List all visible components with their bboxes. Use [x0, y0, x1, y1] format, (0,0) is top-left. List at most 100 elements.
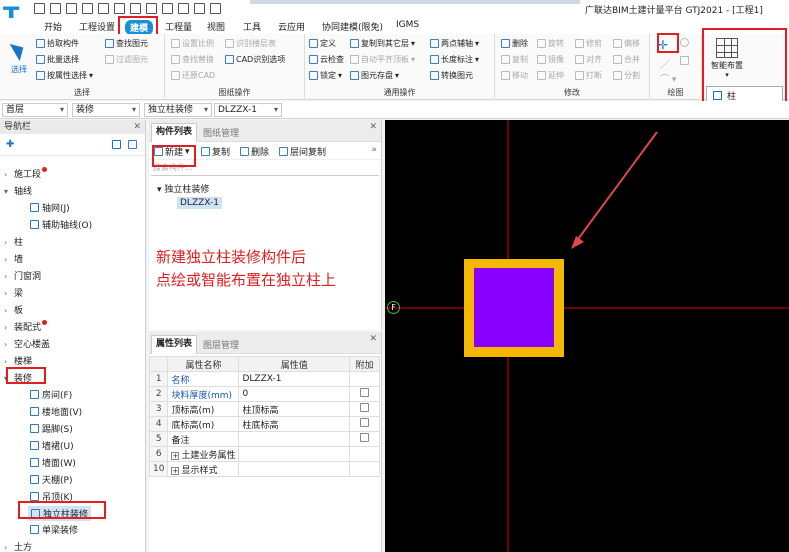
merge-button[interactable]: 合并 [613, 54, 640, 65]
expand-icon[interactable]: + [171, 451, 180, 460]
table-row[interactable]: 5 备注 [148, 431, 380, 447]
tab-start[interactable]: 开始 [44, 20, 62, 33]
rect-draw-button[interactable] [680, 56, 689, 65]
length-label-button[interactable]: 长度标注 ▾ [430, 54, 479, 65]
line-draw-button[interactable]: ／ [660, 56, 670, 71]
component-search-input[interactable]: 搜索构件... [151, 162, 379, 176]
row-value[interactable] [238, 431, 350, 447]
tab-view[interactable]: 视图 [207, 20, 225, 33]
auto-flatten-button[interactable]: 自动平齐顶板 ▾ [350, 54, 415, 65]
nav-sub-dado[interactable]: 墙裙(U) [30, 439, 74, 452]
offset-button[interactable]: 偏移 [613, 38, 640, 49]
type-select[interactable]: 独立柱装修 [144, 103, 212, 117]
nav-sub-wall-finish[interactable]: 墙面(W) [30, 456, 76, 469]
row-value[interactable]: 柱底标高 [238, 416, 350, 432]
tab-drawing-management[interactable]: 图纸管理 [199, 126, 243, 139]
add-icon[interactable]: ✚ [6, 139, 14, 150]
row-value[interactable]: 柱顶标高 [238, 401, 350, 417]
view-icon[interactable] [194, 3, 205, 14]
row-value[interactable]: DLZZX-1 [238, 371, 350, 387]
trim-button[interactable]: 修剪 [575, 38, 602, 49]
nav-item-hollow-floor[interactable]: › 空心楼盖 [4, 337, 50, 350]
layout-icon[interactable] [178, 3, 189, 14]
restore-cad-button[interactable]: 还原CAD [171, 70, 215, 81]
rotate-button[interactable]: 旋转 [537, 38, 564, 49]
tab-collab[interactable]: 协同建模(限免) [322, 20, 383, 33]
tab-cloud[interactable]: 云应用 [278, 20, 305, 33]
close-icon[interactable]: ✕ [369, 334, 377, 344]
tab-modeling[interactable]: 建模 [125, 20, 154, 35]
extra-checkbox[interactable] [360, 403, 369, 412]
nav-item-earthwork[interactable]: › 土方 [4, 540, 32, 552]
two-point-axis-button[interactable]: 两点辅轴 ▾ [430, 38, 479, 49]
nav-item-construction-stage[interactable]: › 施工段 [4, 167, 48, 180]
home-icon[interactable] [34, 3, 45, 14]
tab-igms[interactable]: IGMS [396, 20, 419, 30]
mirror-button[interactable]: 镜像 [537, 54, 564, 65]
point-draw-button[interactable]: ✛ [658, 38, 668, 52]
nav-sub-floor-finish[interactable]: 楼地面(V) [30, 405, 82, 418]
drawing-canvas[interactable]: F [385, 120, 789, 552]
cloud-check-button[interactable]: 云检查 [309, 54, 344, 65]
print-icon[interactable] [146, 3, 157, 14]
nav-item-slab[interactable]: › 板 [4, 303, 23, 316]
column-inner[interactable] [474, 268, 554, 347]
tab-component-list[interactable]: 构件列表 [151, 123, 198, 142]
table-row[interactable]: 4 底标高(m) 柱底标高 [148, 416, 380, 432]
pick-component-button[interactable]: 拾取构件 [36, 38, 79, 49]
tree-child[interactable]: DLZZX-1 [177, 197, 222, 209]
nav-item-wall[interactable]: › 墙 [4, 252, 23, 265]
nav-item-axis[interactable]: ▾ 轴线 [4, 184, 32, 197]
nav-item-column[interactable]: › 柱 [4, 235, 23, 248]
copy-to-floor-button[interactable]: 复制到其它层 ▾ [350, 38, 415, 49]
select-by-attr-button[interactable]: 按属性选择 ▾ [36, 70, 93, 81]
tree-view-icon[interactable] [128, 140, 137, 149]
tab-project-settings[interactable]: 工程设置 [79, 20, 115, 33]
rotate-point-button[interactable] [680, 38, 689, 47]
nav-item-door-window[interactable]: › 门窗洞 [4, 269, 41, 282]
smart-layout-button[interactable]: 智能布置 ▾ [706, 34, 748, 79]
table-row[interactable]: 10 + 显示样式 [148, 461, 380, 477]
sum-icon[interactable] [130, 3, 141, 14]
nav-item-stairs[interactable]: › 楼梯 [4, 354, 32, 367]
tab-layer-management[interactable]: 图层管理 [199, 338, 243, 351]
arc-draw-button[interactable]: ⌒ ▾ [660, 72, 676, 85]
find-element-button[interactable]: 查找图元 [105, 38, 148, 49]
delete-component-button[interactable]: 删除 [240, 145, 269, 158]
nav-sub-ceiling[interactable]: 天棚(P) [30, 473, 72, 486]
select-button[interactable]: 选择 [8, 40, 30, 75]
nav-item-beam[interactable]: › 梁 [4, 286, 23, 299]
copy-component-button[interactable]: 复制 [201, 145, 230, 158]
table-row[interactable]: 1 名称 DLZZX-1 [148, 371, 380, 387]
tab-tools[interactable]: 工具 [243, 20, 261, 33]
extend-button[interactable]: 延伸 [537, 70, 564, 81]
nav-sub-column-decoration[interactable]: 独立柱装修 [28, 506, 92, 521]
row-value[interactable]: 0 [238, 386, 350, 402]
component-select[interactable]: DLZZX-1 [214, 103, 282, 117]
move-button[interactable]: 移动 [501, 70, 528, 81]
set-scale-button[interactable]: 设置比例 [171, 38, 214, 49]
split-button[interactable]: 分割 [613, 70, 640, 81]
table-row[interactable]: 6 + 土建业务属性 [148, 446, 380, 462]
extra-checkbox[interactable] [360, 433, 369, 442]
nav-sub-beam-decoration[interactable]: 单梁装修 [30, 523, 78, 536]
row-name[interactable]: + 显示样式 [167, 461, 240, 477]
expand-icon[interactable]: + [171, 466, 180, 475]
extra-checkbox[interactable] [360, 418, 369, 427]
grid-icon[interactable] [162, 3, 173, 14]
more-icon[interactable]: » [371, 145, 377, 155]
category-select[interactable]: 装修 [72, 103, 140, 117]
delete-button[interactable]: 删除 [501, 38, 528, 49]
open-file-icon[interactable] [66, 3, 77, 14]
break-button[interactable]: 打断 [575, 70, 602, 81]
find-replace-button[interactable]: 查找替换 [171, 54, 214, 65]
tree-parent[interactable]: ▾ 独立柱装修 [157, 182, 209, 195]
convert-button[interactable]: 转换图元 [430, 70, 473, 81]
close-icon[interactable]: ✕ [133, 120, 141, 134]
copy-button[interactable]: 复制 [501, 54, 528, 65]
table-row[interactable]: 3 顶标高(m) 柱顶标高 [148, 401, 380, 417]
nav-sub-skirting[interactable]: 踢脚(S) [30, 422, 73, 435]
floor-select[interactable]: 首层 [2, 103, 68, 117]
nav-sub-axis-grid[interactable]: 轴网(J) [30, 201, 70, 214]
nav-item-prefab[interactable]: › 装配式 [4, 320, 48, 333]
